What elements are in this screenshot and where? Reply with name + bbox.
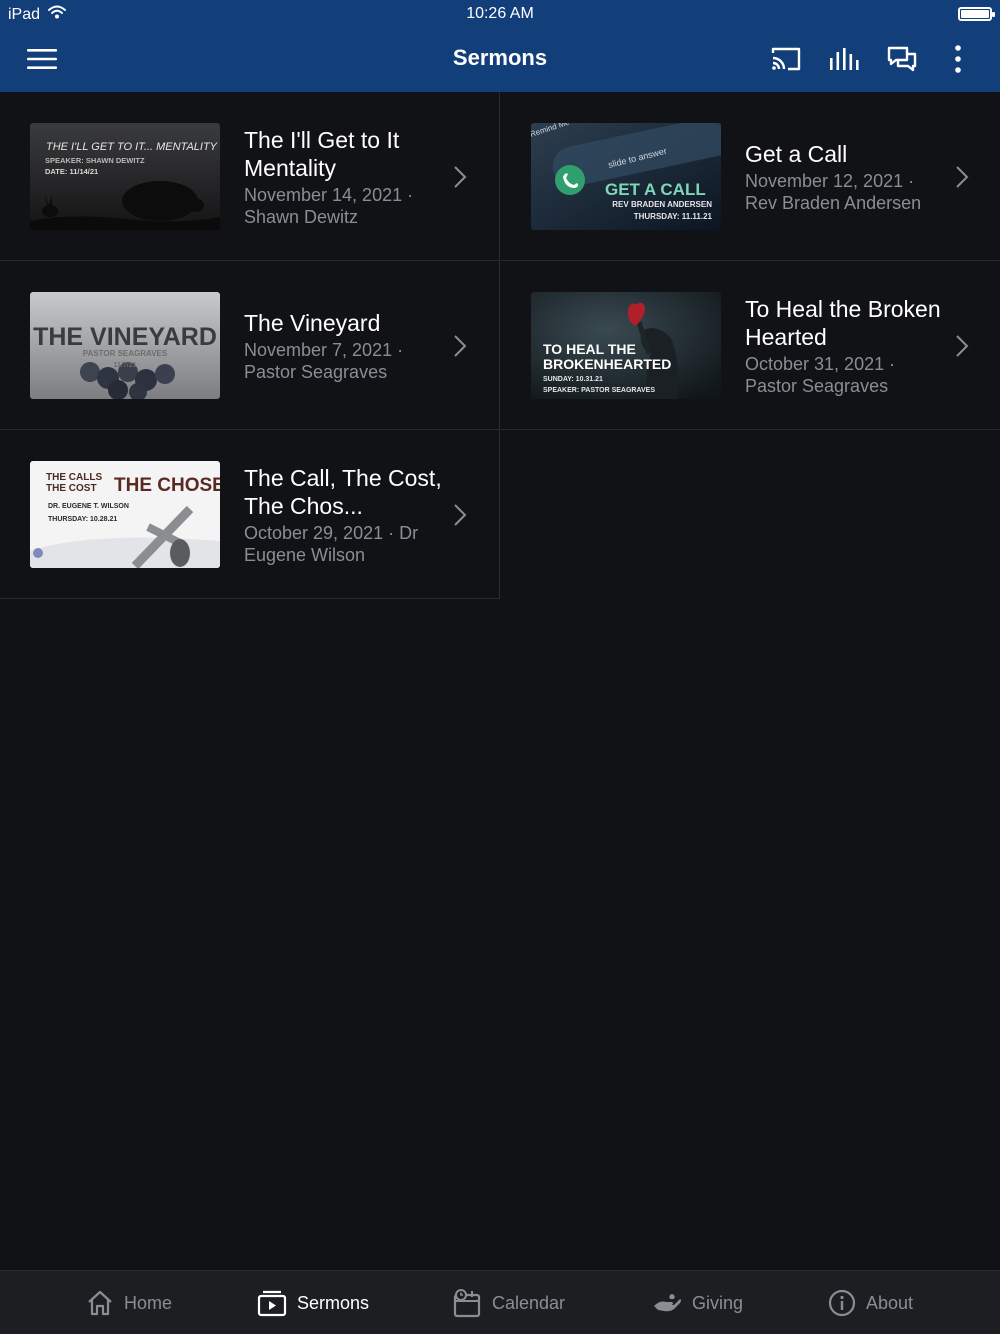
sermon-info: The Vineyard November 7, 2021 · Pastor S… (244, 261, 444, 430)
sermon-item[interactable]: TO HEAL THE BROKENHEARTED SUNDAY: 10.31.… (501, 261, 1000, 430)
chevron-right-icon (454, 166, 467, 188)
status-bar: iPad 10:26 AM (0, 0, 1000, 28)
thumb-speaker-text: SPEAKER: PASTOR SEAGRAVES (543, 387, 655, 394)
thumb-title-text: TO HEAL THE (543, 341, 636, 357)
sermon-row: THE I'LL GET TO IT... MENTALITY SPEAKER:… (0, 92, 1000, 261)
calendar-icon (453, 1289, 481, 1318)
thumb-speaker-text: REV BRADEN ANDERSEN (612, 200, 712, 209)
chevron-right-icon (454, 504, 467, 526)
thumb-title-text: THE CALLS (46, 472, 102, 483)
thumb-title-text: THE I'LL GET TO IT... MENTALITY (46, 141, 218, 153)
top-bar: iPad 10:26 AM Sermons (0, 0, 1000, 92)
sermon-item[interactable]: THE I'LL GET TO IT... MENTALITY SPEAKER:… (0, 92, 500, 261)
sermon-meta: November 14, 2021 · Shawn Dewitz (244, 184, 414, 227)
tab-sermons[interactable]: Sermons (257, 1271, 369, 1334)
thumb-speaker-text: DR. EUGENE T. WILSON (48, 503, 129, 510)
tab-about[interactable]: About (828, 1271, 913, 1334)
sermon-meta: November 12, 2021 · Rev Braden Andersen (745, 170, 922, 213)
sermon-title: To Heal the Broken Hearted (745, 295, 941, 350)
sermon-item[interactable]: THE VINEYARD PASTOR SEAGRAVES 11/7/21 Th… (0, 261, 500, 430)
tab-label: Calendar (492, 1292, 566, 1313)
thumb-date-text: THURSDAY: 10.28.21 (48, 516, 117, 523)
thumb-date-text: THURSDAY: 11.11.21 (634, 212, 713, 221)
play-box-icon (257, 1290, 287, 1317)
thumb-date-text: SUNDAY: 10.31.21 (543, 376, 603, 383)
sermon-info: To Heal the Broken Hearted October 31, 2… (745, 261, 945, 430)
sermon-title: Get a Call (745, 140, 848, 167)
home-icon (88, 1290, 112, 1316)
sermon-meta: November 7, 2021 · Pastor Seagraves (244, 339, 404, 382)
sermon-info: The Call, The Cost, The Chos... October … (244, 430, 444, 599)
thumb-title-text: GET A CALL (605, 180, 706, 199)
tab-calendar[interactable]: Calendar (452, 1271, 565, 1334)
chevron-right-icon (956, 335, 969, 357)
tab-label: Sermons (297, 1292, 370, 1313)
sermon-info: Get a Call November 12, 2021 · Rev Brade… (745, 92, 945, 261)
thumb-date-text: DATE: 11/14/21 (45, 167, 98, 176)
battery-icon (958, 7, 995, 21)
sermon-meta: October 31, 2021 · Pastor Seagraves (745, 353, 896, 396)
sermon-thumbnail: THE VINEYARD PASTOR SEAGRAVES 11/7/21 (30, 292, 220, 399)
thumb-speaker-text: PASTOR SEAGRAVES (83, 349, 168, 358)
chevron-right-icon (454, 335, 467, 357)
thumb-title-text-2: BROKENHEARTED (543, 356, 671, 372)
thumb-title-text: THE VINEYARD (33, 323, 217, 351)
sermon-row: THE CALLS THE COST THE CHOSEN DR. EUGENE… (0, 430, 1000, 599)
navigation-header: Sermons (0, 28, 1000, 92)
sermon-row: THE VINEYARD PASTOR SEAGRAVES 11/7/21 Th… (0, 261, 1000, 430)
chat-icon[interactable] (882, 40, 922, 78)
thumb-title-text-3: THE CHOSEN (114, 475, 220, 496)
chevron-right-icon (956, 166, 969, 188)
info-icon (828, 1289, 856, 1317)
sermon-thumbnail: Remind Me slide to answer GET A CALL REV… (531, 123, 721, 230)
more-vertical-icon[interactable] (938, 40, 978, 78)
tab-bar: Home Sermons Calendar Giving About (0, 1270, 1000, 1334)
sermon-item[interactable]: Remind Me slide to answer GET A CALL REV… (501, 92, 1000, 261)
sermon-thumbnail: THE CALLS THE COST THE CHOSEN DR. EUGENE… (30, 461, 220, 568)
giving-hand-icon (654, 1294, 681, 1312)
sermon-title: The Vineyard (244, 309, 381, 336)
audio-bars-icon[interactable] (824, 40, 864, 78)
sermon-thumbnail: THE I'LL GET TO IT... MENTALITY SPEAKER:… (30, 123, 220, 230)
sermon-meta: October 29, 2021 · Dr Eugene Wilson (244, 522, 419, 565)
tab-home[interactable]: Home (86, 1271, 172, 1334)
sermon-thumbnail: TO HEAL THE BROKENHEARTED SUNDAY: 10.31.… (531, 292, 721, 399)
tab-label: Home (124, 1292, 173, 1313)
sermon-item[interactable]: THE CALLS THE COST THE CHOSEN DR. EUGENE… (0, 430, 500, 599)
tab-label: Giving (692, 1292, 744, 1313)
app-root: iPad 10:26 AM Sermons THE I'LL GET TO IT… (0, 0, 1000, 1334)
tab-giving[interactable]: Giving (652, 1271, 743, 1334)
cast-icon[interactable] (766, 40, 806, 78)
sermon-title: The Call, The Cost, The Chos... (244, 464, 442, 519)
thumb-speaker-text: SPEAKER: SHAWN DEWITZ (45, 156, 145, 165)
thumb-title-text-2: THE COST (46, 483, 97, 494)
status-time: 10:26 AM (466, 5, 534, 22)
tab-label: About (866, 1292, 914, 1313)
sermon-info: The I'll Get to It Mentality November 14… (244, 92, 444, 261)
sermon-title: The I'll Get to It Mentality (244, 126, 400, 181)
thumb-date-text: 11/7/21 (114, 362, 137, 369)
